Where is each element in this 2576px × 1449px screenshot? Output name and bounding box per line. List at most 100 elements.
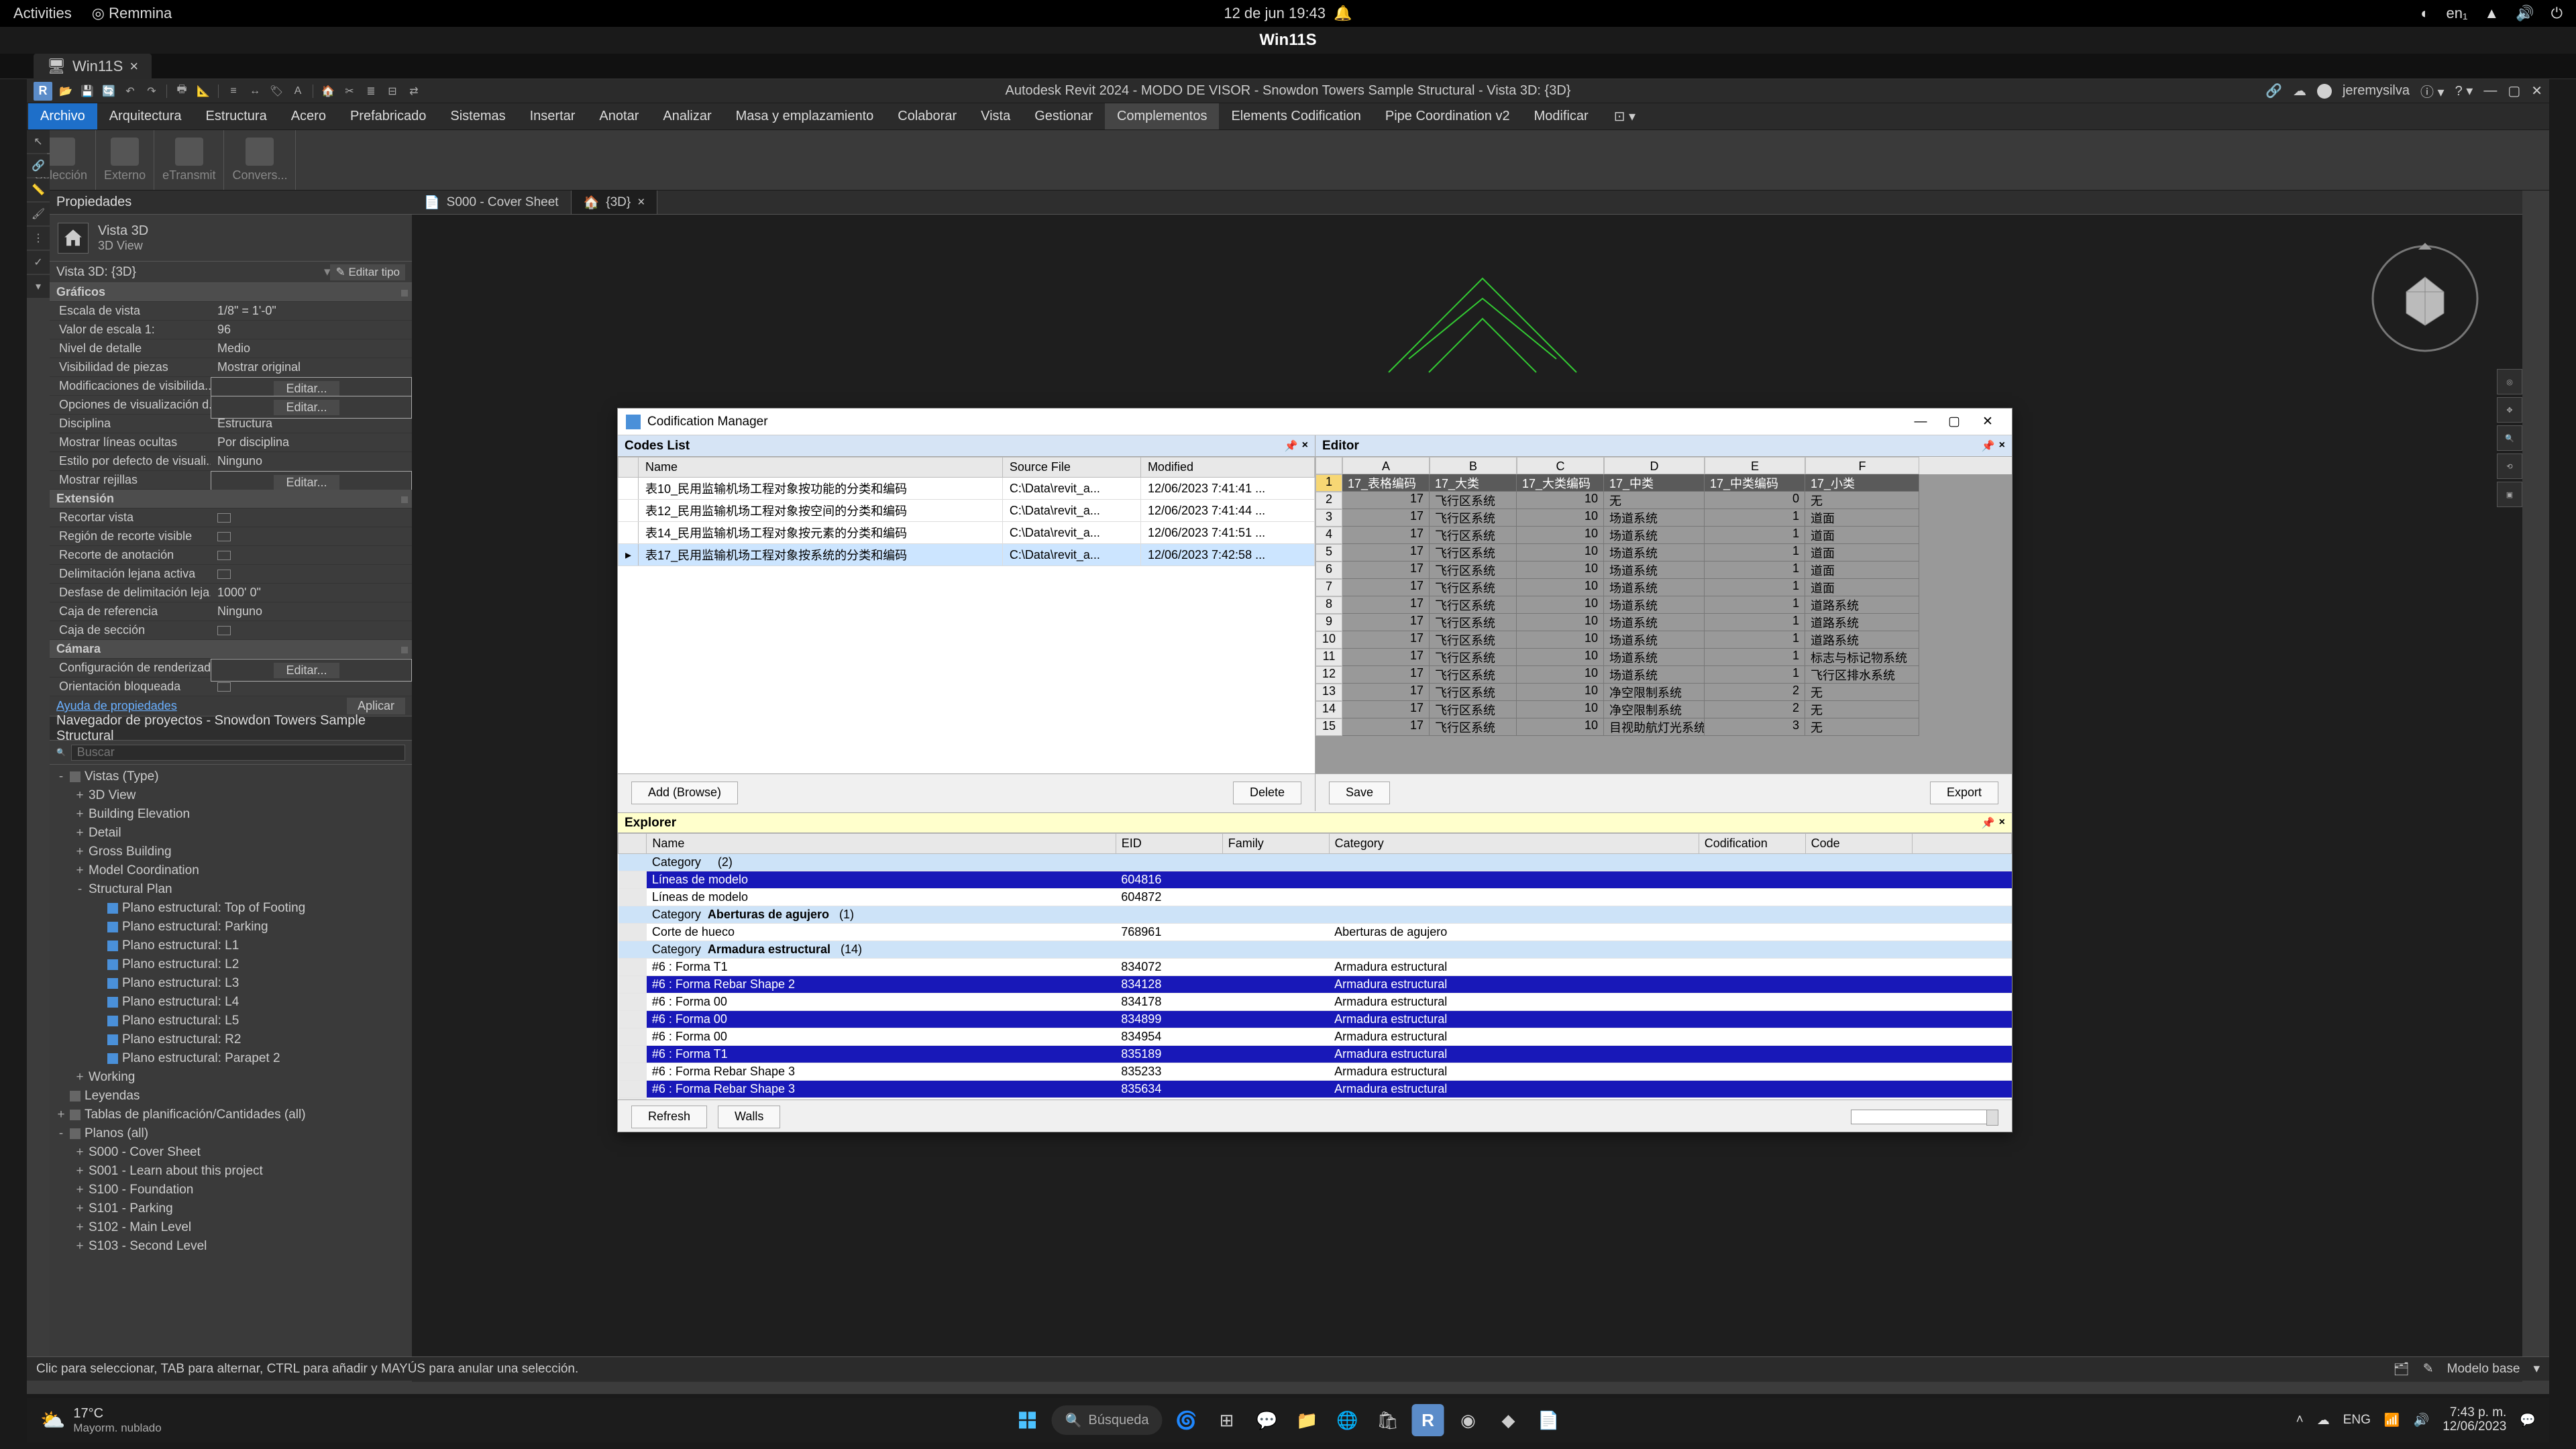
max-icon[interactable]: ▢ — [2508, 83, 2520, 99]
open-icon[interactable]: 📂 — [58, 83, 74, 99]
store-icon[interactable]: 🛍 — [1371, 1404, 1403, 1436]
cloud-icon[interactable]: ☁ — [2293, 83, 2306, 99]
close-panel-icon[interactable]: × — [1999, 816, 2005, 830]
user-name[interactable]: jeremysilva — [2343, 83, 2410, 99]
tree-node[interactable]: +S102 - Main Level — [56, 1218, 412, 1237]
property-row[interactable]: Estilo por defecto de visuali...Ninguno — [50, 452, 412, 471]
section-box-icon[interactable]: ▣ — [2497, 482, 2522, 507]
thin-icon[interactable]: ≣ — [363, 83, 379, 99]
ribbon-tab-insertar[interactable]: Insertar — [518, 103, 588, 129]
worksets-icon[interactable]: 🗂 — [2394, 1361, 2410, 1377]
min-icon[interactable]: — — [2483, 83, 2497, 99]
file-explorer-icon[interactable]: 📁 — [1291, 1404, 1323, 1436]
tag-icon[interactable]: 🏷 — [268, 83, 284, 99]
text-icon[interactable]: A — [290, 83, 306, 99]
tree-node[interactable]: +S100 - Foundation — [56, 1181, 412, 1199]
tree-node[interactable]: -Structural Plan — [56, 880, 412, 899]
tray-lang[interactable]: ENG — [2343, 1413, 2371, 1428]
property-row[interactable]: Delimitación lejana activa — [50, 565, 412, 584]
explorer-row[interactable]: #6 : Forma Rebar Shape 2834128Armadura e… — [619, 976, 2012, 994]
measure-icon[interactable]: 📐 — [195, 83, 211, 99]
ribbon-tab-archivo[interactable]: Archivo — [28, 103, 97, 129]
task-view-icon[interactable]: ⊞ — [1210, 1404, 1242, 1436]
link-icon[interactable]: 🔗 — [27, 154, 50, 177]
ribbon-tab-vista[interactable]: Vista — [969, 103, 1022, 129]
explorer-row[interactable]: Líneas de modelo604872 — [619, 889, 2012, 906]
walls-button[interactable]: Walls — [718, 1106, 780, 1128]
property-row[interactable]: Nivel de detalleMedio — [50, 339, 412, 358]
power-icon[interactable]: ⏻ — [2551, 5, 2563, 22]
tree-node[interactable]: Plano estructural: L1 — [56, 936, 412, 955]
ribbon-tab-elements-codification[interactable]: Elements Codification — [1219, 103, 1373, 129]
sync-icon[interactable]: 🔄 — [101, 83, 117, 99]
codes-row[interactable]: 表14_民用监输机场工程对象按元素的分类和编码C:\Data\revit_a..… — [619, 522, 1315, 544]
default3d-icon[interactable]: 🏠 — [320, 83, 336, 99]
close-icon[interactable]: × — [637, 195, 645, 210]
tree-node[interactable]: Plano estructural: L5 — [56, 1012, 412, 1030]
editable-icon[interactable]: ✎ — [2423, 1361, 2434, 1377]
dim-icon[interactable]: ↔ — [247, 83, 263, 99]
a11y-icon[interactable]: ◐ — [2420, 5, 2429, 22]
explorer-row[interactable]: Category Armadura estructural (14) — [619, 941, 2012, 959]
ribbon-tab-acero[interactable]: Acero — [279, 103, 338, 129]
more-icon[interactable]: ⋮ — [27, 227, 50, 250]
explorer-row[interactable]: #6 : Forma T1835189Armadura estructural — [619, 1046, 2012, 1063]
vscode-icon[interactable]: ◆ — [1492, 1404, 1524, 1436]
tree-node[interactable]: +Detail — [56, 824, 412, 843]
properties-help-link[interactable]: Ayuda de propiedades — [56, 699, 177, 713]
lang-indicator[interactable]: en₁ — [2447, 5, 2468, 22]
close-app-icon[interactable]: ✕ — [2531, 83, 2542, 99]
tree-node[interactable]: +Gross Building — [56, 843, 412, 861]
sound-icon[interactable]: 🔊 — [2414, 1412, 2430, 1428]
tree-node[interactable]: +Tablas de planificación/Cantidades (all… — [56, 1106, 412, 1124]
weather-widget[interactable]: ⛅ 17°C Mayorm. nublado — [40, 1406, 162, 1435]
ribbon-options-icon[interactable]: ⊡ ▾ — [1614, 108, 1635, 125]
refresh-button[interactable]: Refresh — [631, 1106, 707, 1128]
explorer-row[interactable]: #6 : Forma 00834954Armadura estructural — [619, 1028, 2012, 1046]
ribbon-tab-gestionar[interactable]: Gestionar — [1022, 103, 1105, 129]
close-icon[interactable]: × — [129, 58, 138, 75]
tree-node[interactable]: +Model Coordination — [56, 861, 412, 880]
save-button[interactable]: Save — [1329, 782, 1390, 804]
pin-icon[interactable]: 📌 — [1982, 439, 1995, 453]
doc-tab[interactable]: 📄 S000 - Cover Sheet — [412, 191, 572, 214]
apply-button[interactable]: Aplicar — [347, 698, 405, 714]
tree-node[interactable]: Leyendas — [56, 1087, 412, 1106]
doc-tab[interactable]: 🏠 {3D}× — [572, 191, 658, 214]
edge-icon[interactable]: 🌐 — [1331, 1404, 1363, 1436]
property-row[interactable]: Orientación bloqueada — [50, 678, 412, 696]
tree-node[interactable]: Plano estructural: L2 — [56, 955, 412, 974]
start-button[interactable] — [1012, 1404, 1044, 1436]
property-row[interactable]: Región de recorte visible — [50, 527, 412, 546]
codes-row[interactable]: ▸表17_民用监输机场工程对象按系统的分类和编码C:\Data\revit_a.… — [619, 544, 1315, 566]
pan-icon[interactable]: ✥ — [2497, 397, 2522, 423]
copilot-icon[interactable]: 🌀 — [1170, 1404, 1202, 1436]
chevron-up-icon[interactable]: ˄ — [2296, 1413, 2304, 1428]
explorer-row[interactable]: #6 : Forma 00834178Armadura estructural — [619, 994, 2012, 1011]
pin-icon[interactable]: 📌 — [1285, 439, 1298, 453]
tree-node[interactable]: Plano estructural: Top of Footing — [56, 899, 412, 918]
codes-row[interactable]: 表10_民用监输机场工程对象按功能的分类和编码C:\Data\revit_a..… — [619, 478, 1315, 500]
explorer-row[interactable]: Líneas de modelo604816 — [619, 871, 2012, 889]
redo-icon[interactable]: ↷ — [144, 83, 160, 99]
ribbon-tab-colaborar[interactable]: Colaborar — [885, 103, 969, 129]
explorer-row[interactable]: Corte de hueco768961Aberturas de agujero — [619, 924, 2012, 941]
tree-node[interactable]: +S000 - Cover Sheet — [56, 1143, 412, 1162]
property-row[interactable]: Mostrar rejillasEditar... — [50, 471, 412, 490]
panel-externo[interactable]: Externo — [96, 130, 154, 190]
app-indicator[interactable]: ◎ Remmina — [92, 5, 172, 22]
section-icon[interactable]: ✂ — [341, 83, 358, 99]
tree-node[interactable]: -Planos (all) — [56, 1124, 412, 1143]
panel-convers...[interactable]: Convers... — [224, 130, 296, 190]
ribbon-tab-complementos[interactable]: Complementos — [1105, 103, 1220, 129]
nav-wheel-icon[interactable]: ◎ — [2497, 369, 2522, 394]
print-icon[interactable]: 🖶 — [174, 83, 190, 99]
wifi-icon[interactable]: 📶 — [2384, 1412, 2400, 1428]
chat-icon[interactable]: 💬 — [1250, 1404, 1283, 1436]
panel-etransmit[interactable]: eTransmit — [154, 130, 224, 190]
close-panel-icon[interactable]: × — [1999, 439, 2005, 453]
explorer-row[interactable]: #6 : Forma T1834072Armadura estructural — [619, 959, 2012, 976]
property-row[interactable]: Visibilidad de piezasMostrar original — [50, 358, 412, 377]
property-row[interactable]: Opciones de visualización d...Editar... — [50, 396, 412, 415]
property-row[interactable]: Caja de referenciaNinguno — [50, 602, 412, 621]
